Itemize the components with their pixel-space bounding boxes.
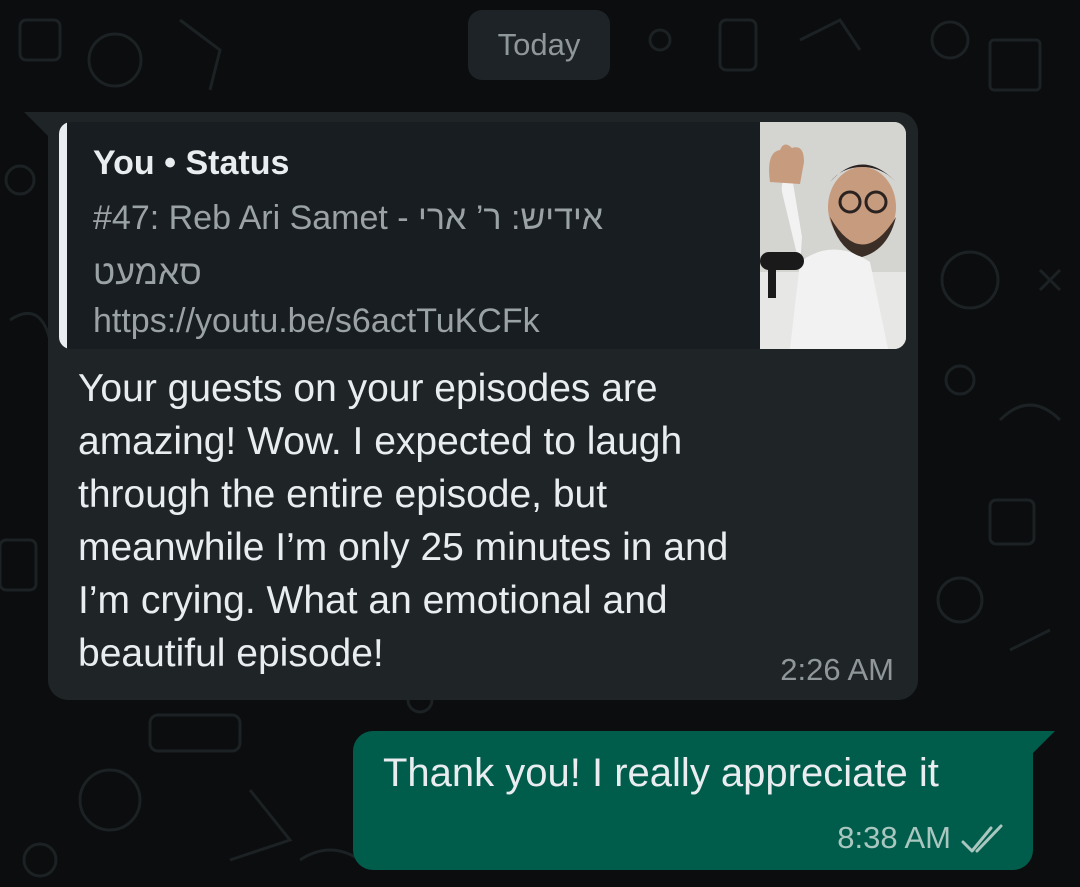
quote-link[interactable]: https://youtu.be/s6actTuKCFk — [93, 302, 540, 341]
quoted-status-reply[interactable]: You • Status #47: Reb Ari Samet - אידיש:… — [59, 122, 906, 349]
message-text: Your guests on your episodes are amazing… — [78, 367, 729, 675]
message-timestamp: 2:26 AM — [780, 652, 894, 687]
video-thumbnail-icon[interactable] — [760, 122, 906, 349]
outgoing-message[interactable]: Thank you! I really appreciate it 8:38 A… — [353, 731, 1055, 870]
quote-author: You • Status — [93, 144, 290, 182]
quote-line: #47: Reb Ari Samet - אידיש: ר’ ארי — [93, 199, 604, 237]
bubble-tail — [1029, 731, 1055, 757]
date-separator: Today — [468, 10, 610, 80]
message-timestamp: 8:38 AM — [837, 820, 951, 855]
quote-line: סאמעט — [93, 254, 202, 292]
quote-accent-bar — [59, 122, 67, 349]
bubble-tail — [24, 112, 52, 140]
message-text: Thank you! I really appreciate it — [383, 751, 939, 795]
double-check-icon — [961, 824, 1003, 853]
incoming-message[interactable]: You • Status #47: Reb Ari Samet - אידיש:… — [24, 112, 918, 700]
